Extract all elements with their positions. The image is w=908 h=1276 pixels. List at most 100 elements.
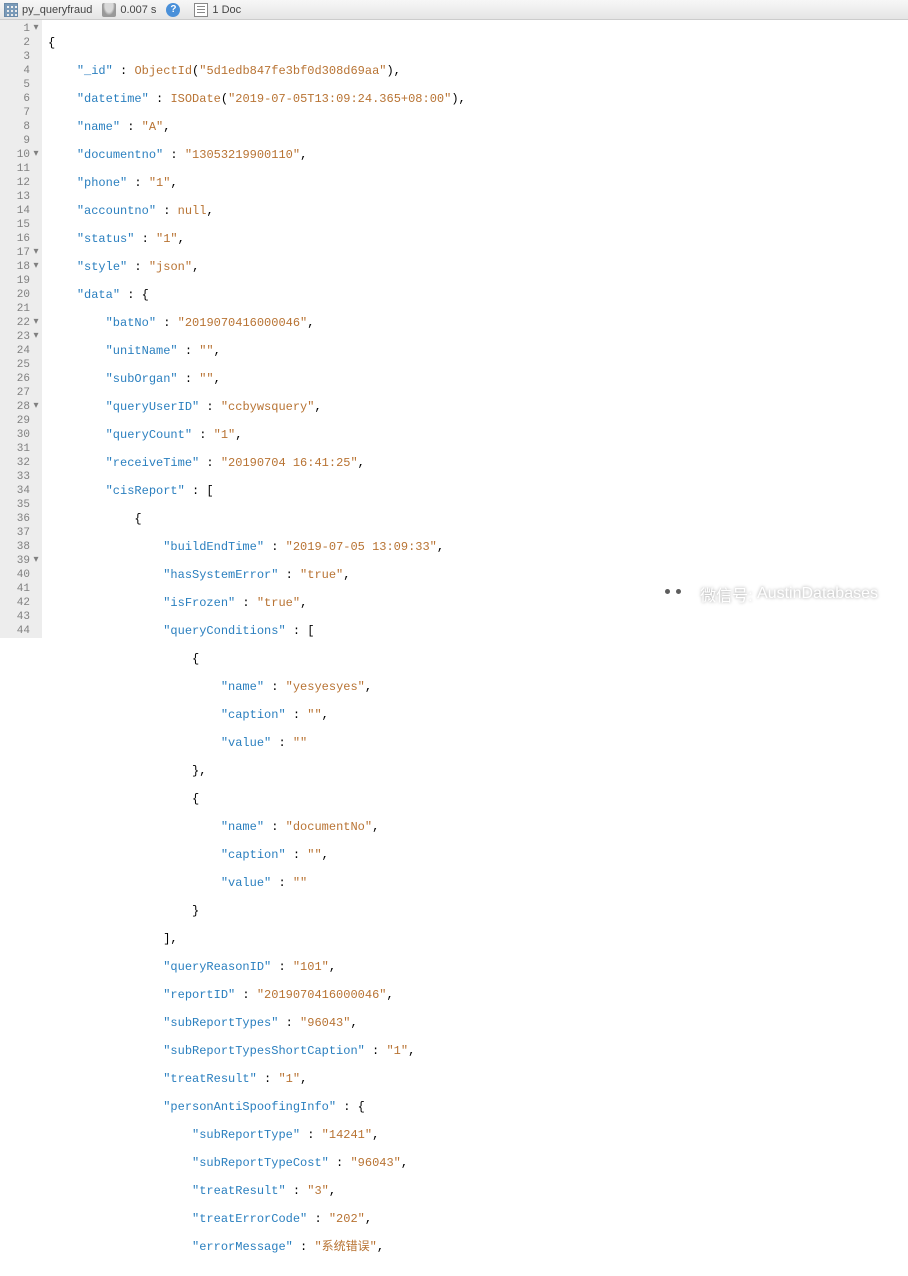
line-number: 12 <box>2 176 40 190</box>
fold-marker[interactable]: ▾ <box>32 400 40 414</box>
time-label: 0.007 s <box>120 4 156 16</box>
line-number: 31 <box>2 442 40 456</box>
fold-marker[interactable]: ▾ <box>32 316 40 330</box>
help-button[interactable]: ? <box>166 3 184 17</box>
code-line: "unitName" : "", <box>48 344 902 358</box>
document-icon <box>194 3 208 17</box>
line-number: 37 <box>2 526 40 540</box>
code-line: }, <box>48 764 902 778</box>
line-number: 27 <box>2 386 40 400</box>
code-line: "subReportTypeCost" : "96043", <box>48 1156 902 1170</box>
line-number: 1▾ <box>2 22 40 36</box>
line-number: 40 <box>2 568 40 582</box>
fold-marker[interactable]: ▾ <box>32 22 40 36</box>
line-number: 21 <box>2 302 40 316</box>
code-area[interactable]: { "_id" : ObjectId("5d1edb847fe3bf0d308d… <box>42 20 908 638</box>
line-number: 22▾ <box>2 316 40 330</box>
code-line: "queryUserID" : "ccbywsquery", <box>48 400 902 414</box>
code-line: "errorMessage" : "系统错误", <box>48 1240 902 1254</box>
code-line: "queryConditions" : [ <box>48 624 902 638</box>
code-line: "subReportTypesShortCaption" : "1", <box>48 1044 902 1058</box>
query-time: 0.007 s <box>102 3 156 17</box>
line-number: 7 <box>2 106 40 120</box>
code-line: "documentno" : "13053219900110", <box>48 148 902 162</box>
line-number-gutter: 1▾2 3 4 5 6 7 8 9 10▾11 12 13 14 15 16 1… <box>0 20 42 638</box>
line-number: 44 <box>2 624 40 638</box>
line-number: 16 <box>2 232 40 246</box>
watermark: 微信号: AustinDatabases <box>656 580 878 608</box>
code-line: "value" : "" <box>48 876 902 890</box>
code-line: "receiveTime" : "20190704 16:41:25", <box>48 456 902 470</box>
line-number: 3 <box>2 50 40 64</box>
code-line: "treatResult" : "1", <box>48 1072 902 1086</box>
fold-marker[interactable]: ▾ <box>32 260 40 274</box>
code-line: "personAntiSpoofingInfo" : { <box>48 1100 902 1114</box>
line-number: 25 <box>2 358 40 372</box>
fold-marker[interactable]: ▾ <box>32 148 40 162</box>
code-line: "name" : "documentNo", <box>48 820 902 834</box>
line-number: 11 <box>2 162 40 176</box>
line-number: 29 <box>2 414 40 428</box>
line-number: 28▾ <box>2 400 40 414</box>
line-number: 9 <box>2 134 40 148</box>
code-line: "caption" : "", <box>48 848 902 862</box>
line-number: 17▾ <box>2 246 40 260</box>
fold-marker[interactable]: ▾ <box>32 554 40 568</box>
code-line: ], <box>48 932 902 946</box>
grid-icon <box>4 3 18 17</box>
code-line: "caption" : "", <box>48 708 902 722</box>
code-line: "batNo" : "2019070416000046", <box>48 316 902 330</box>
collection-name[interactable]: py_queryfraud <box>4 3 92 17</box>
code-editor[interactable]: 1▾2 3 4 5 6 7 8 9 10▾11 12 13 14 15 16 1… <box>0 20 908 638</box>
line-number: 36 <box>2 512 40 526</box>
watermark-account: AustinDatabases <box>757 585 878 603</box>
line-number: 39▾ <box>2 554 40 568</box>
fold-marker[interactable]: ▾ <box>32 330 40 344</box>
fold-marker[interactable]: ▾ <box>32 246 40 260</box>
line-number: 42 <box>2 596 40 610</box>
line-number: 15 <box>2 218 40 232</box>
help-icon: ? <box>166 3 180 17</box>
code-line: "subReportType" : "14241", <box>48 1128 902 1142</box>
line-number: 18▾ <box>2 260 40 274</box>
line-number: 35 <box>2 498 40 512</box>
line-number: 4 <box>2 64 40 78</box>
code-line: { <box>48 512 902 526</box>
code-line: "reportID" : "2019070416000046", <box>48 988 902 1002</box>
line-number: 33 <box>2 470 40 484</box>
line-number: 38 <box>2 540 40 554</box>
wechat-icon <box>656 580 690 608</box>
line-number: 24 <box>2 344 40 358</box>
line-number: 26 <box>2 372 40 386</box>
line-number: 6 <box>2 92 40 106</box>
code-line: "phone" : "1", <box>48 176 902 190</box>
code-line: "subReportTypes" : "96043", <box>48 1016 902 1030</box>
code-line: { <box>48 36 902 50</box>
code-line: "treatResult" : "3", <box>48 1184 902 1198</box>
line-number: 43 <box>2 610 40 624</box>
database-icon <box>102 3 116 17</box>
code-line: "buildEndTime" : "2019-07-05 13:09:33", <box>48 540 902 554</box>
code-line: "name" : "A", <box>48 120 902 134</box>
code-line: { <box>48 792 902 806</box>
code-line: "treatErrorCode" : "202", <box>48 1212 902 1226</box>
line-number: 23▾ <box>2 330 40 344</box>
code-line: { <box>48 652 902 666</box>
collection-label: py_queryfraud <box>22 4 92 16</box>
code-line: "datetime" : ISODate("2019-07-05T13:09:2… <box>48 92 902 106</box>
code-line: "subOrgan" : "", <box>48 372 902 386</box>
line-number: 5 <box>2 78 40 92</box>
line-number: 41 <box>2 582 40 596</box>
line-number: 34 <box>2 484 40 498</box>
line-number: 32 <box>2 456 40 470</box>
watermark-prefix: 微信号: <box>700 582 752 606</box>
line-number: 30 <box>2 428 40 442</box>
code-line: } <box>48 904 902 918</box>
code-line: "queryReasonID" : "101", <box>48 960 902 974</box>
doc-count: 1 Doc <box>194 3 241 17</box>
line-number: 8 <box>2 120 40 134</box>
code-line: "queryCount" : "1", <box>48 428 902 442</box>
code-line: "name" : "yesyesyes", <box>48 680 902 694</box>
doc-count-label: 1 Doc <box>212 4 241 16</box>
code-line: "accountno" : null, <box>48 204 902 218</box>
